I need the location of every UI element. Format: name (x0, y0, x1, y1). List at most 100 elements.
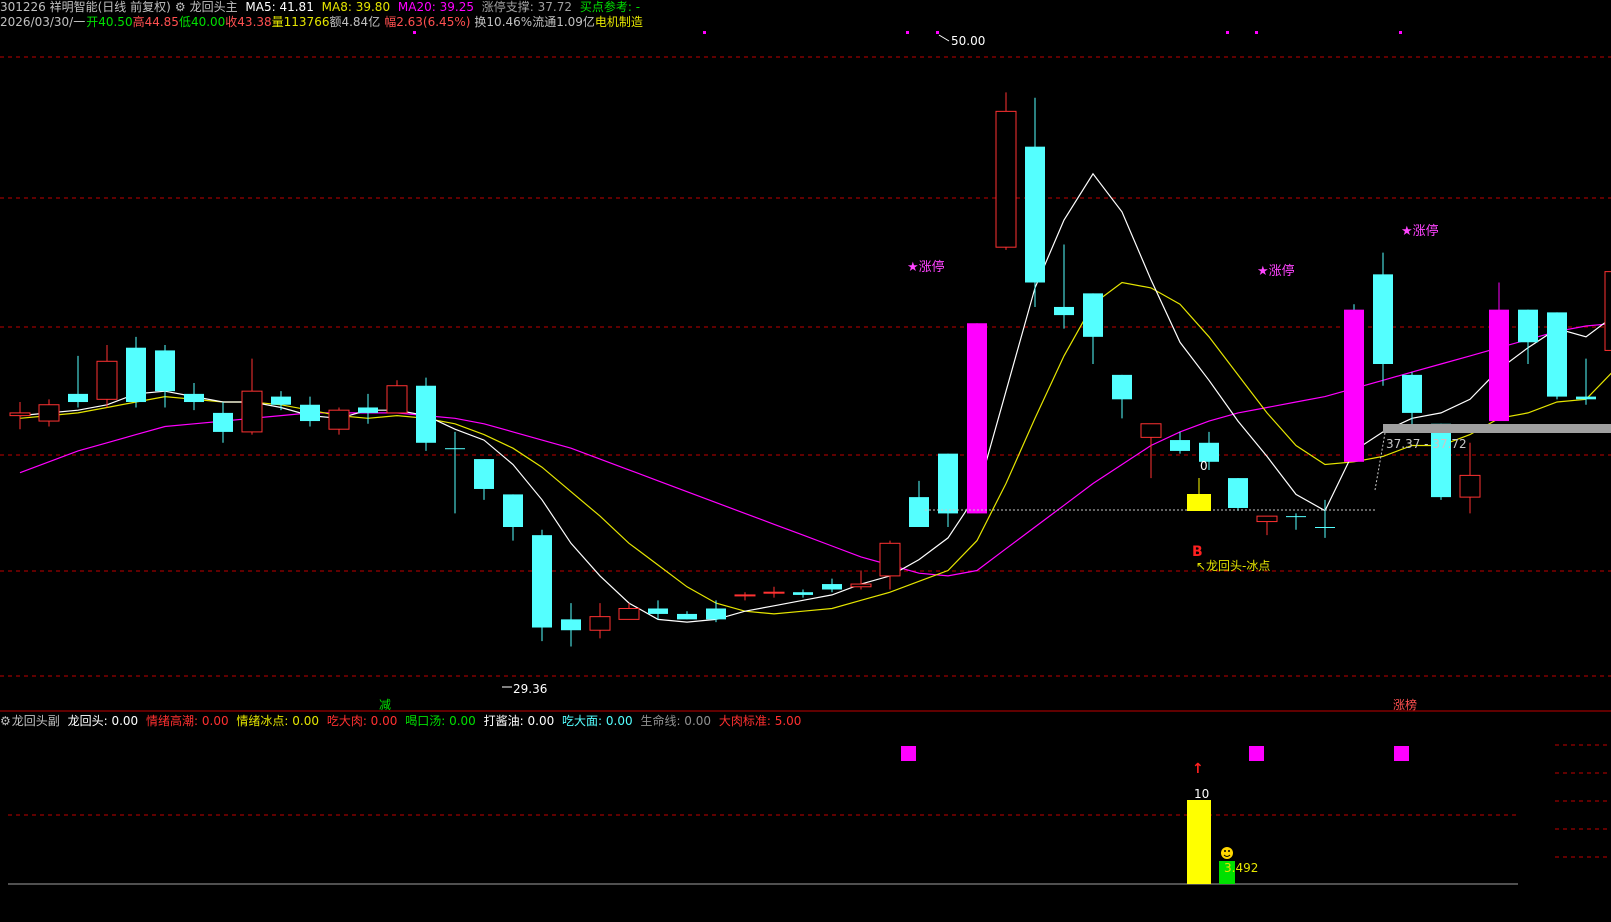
candle-body (967, 323, 987, 514)
candle-22 (648, 600, 668, 620)
candle-body (618, 608, 640, 620)
kline-chart[interactable]: 37.37 - 37.72 50.00 29.36 ★涨停 ★涨停 ★涨停 0 … (0, 0, 1611, 922)
candle-body (938, 453, 958, 514)
candle-body (532, 535, 552, 628)
candle-body (879, 542, 901, 577)
candle-body (1315, 527, 1335, 528)
high-price-label: 50.00 (951, 34, 985, 48)
candle-body (1344, 309, 1364, 462)
candle-11 (328, 407, 350, 435)
candle-body (1604, 271, 1611, 351)
candle-4 (126, 336, 146, 408)
candle-body (271, 396, 291, 405)
candle-body (822, 584, 842, 590)
candle-body (1228, 478, 1248, 508)
zero-label: 0 (1200, 459, 1208, 473)
candle-55 (1604, 271, 1611, 351)
candle-28 (822, 578, 842, 593)
candle-21 (618, 603, 640, 620)
candle-0 (9, 402, 31, 430)
candle-body (503, 494, 523, 527)
candle-body (850, 583, 872, 588)
support-dotted-connector (1374, 432, 1386, 491)
candle-1 (38, 399, 60, 427)
candle-body (648, 608, 668, 614)
limit-up-label-3: ★涨停 (1401, 223, 1439, 239)
candle-body (1140, 423, 1162, 438)
candle-36 (1054, 244, 1074, 329)
candle-body (1256, 515, 1278, 523)
candle-48 (1402, 372, 1422, 427)
candle-12 (358, 393, 378, 424)
limit-up-square-3 (1394, 746, 1409, 761)
candle-body (213, 412, 233, 432)
candle-body (793, 592, 813, 595)
candle-body (1170, 440, 1190, 451)
candle-24 (706, 600, 726, 623)
high-price-pointer (938, 34, 950, 42)
shengmingxian-value: 生命线: 0.00 (640, 714, 712, 728)
candle-16 (474, 459, 494, 500)
candle-body (1054, 306, 1074, 316)
candle-43 (1256, 515, 1278, 536)
candle-body (9, 412, 31, 417)
candle-body (909, 497, 929, 527)
candle-6 (184, 383, 204, 411)
sub-indicator-name[interactable]: 龙回头副 (12, 714, 60, 728)
top-markers (413, 31, 1402, 34)
candle-body (734, 594, 756, 597)
candle-52 (1518, 309, 1538, 364)
candle-46 (1344, 304, 1364, 462)
candle-body (1576, 396, 1596, 400)
candle-body (706, 608, 726, 620)
zhangbang-label: 涨榜 (1393, 697, 1417, 712)
candle-body (300, 404, 320, 422)
ice-point-marker-box (1187, 494, 1211, 511)
candle-body (1373, 274, 1393, 364)
candle-20 (589, 603, 611, 639)
candle-54 (1576, 358, 1596, 405)
candle-body (1025, 146, 1045, 283)
candle-45 (1315, 499, 1335, 538)
candle-8 (241, 358, 263, 435)
candlesticks (9, 92, 1611, 647)
candle-23 (677, 611, 697, 620)
candle-body (1431, 423, 1451, 498)
candle-38 (1112, 374, 1132, 419)
candle-32 (938, 453, 958, 527)
candle-34 (995, 92, 1017, 250)
candle-18 (532, 529, 552, 642)
candle-body (328, 409, 350, 430)
support-range-label: 37.37 - 37.72 (1386, 437, 1467, 451)
sub-right-ticks (1555, 744, 1611, 858)
candle-body (241, 390, 263, 433)
darou-biaozhun-value: 大肉标准: 5.00 (718, 714, 802, 728)
candle-body (1083, 293, 1103, 337)
sub-gear-icon[interactable]: ⚙ (0, 714, 11, 728)
candle-47 (1373, 252, 1393, 386)
limit-up-label-1: ★涨停 (907, 259, 945, 275)
limit-up-square-2 (1249, 746, 1264, 761)
qingxu-gaochao-value: 情绪高潮: 0.00 (146, 714, 229, 728)
candle-body (677, 613, 697, 620)
limit-up-square-1 (901, 746, 916, 761)
candle-body (1547, 312, 1567, 397)
longhuitou-bar (1187, 800, 1211, 884)
sub-header: ⚙龙回头副 龙回头: 0.00 情绪高潮: 0.00 情绪冰点: 0.00 吃大… (0, 714, 805, 728)
candle-body (1112, 374, 1132, 400)
candle-33 (967, 323, 987, 514)
candle-30 (879, 540, 901, 590)
candle-42 (1228, 478, 1248, 511)
candle-17 (503, 494, 523, 541)
candle-50 (1459, 442, 1481, 514)
limit-up-label-2: ★涨停 (1257, 263, 1295, 279)
candle-27 (793, 589, 813, 598)
candle-body (126, 347, 146, 403)
longhuitou-value: 龙回头: 0.00 (67, 714, 139, 728)
candle-9 (271, 391, 291, 411)
candle-39 (1140, 423, 1162, 479)
candle-body (763, 591, 785, 594)
candle-body (68, 393, 88, 403)
candle-14 (416, 377, 436, 451)
candle-body (184, 393, 204, 403)
